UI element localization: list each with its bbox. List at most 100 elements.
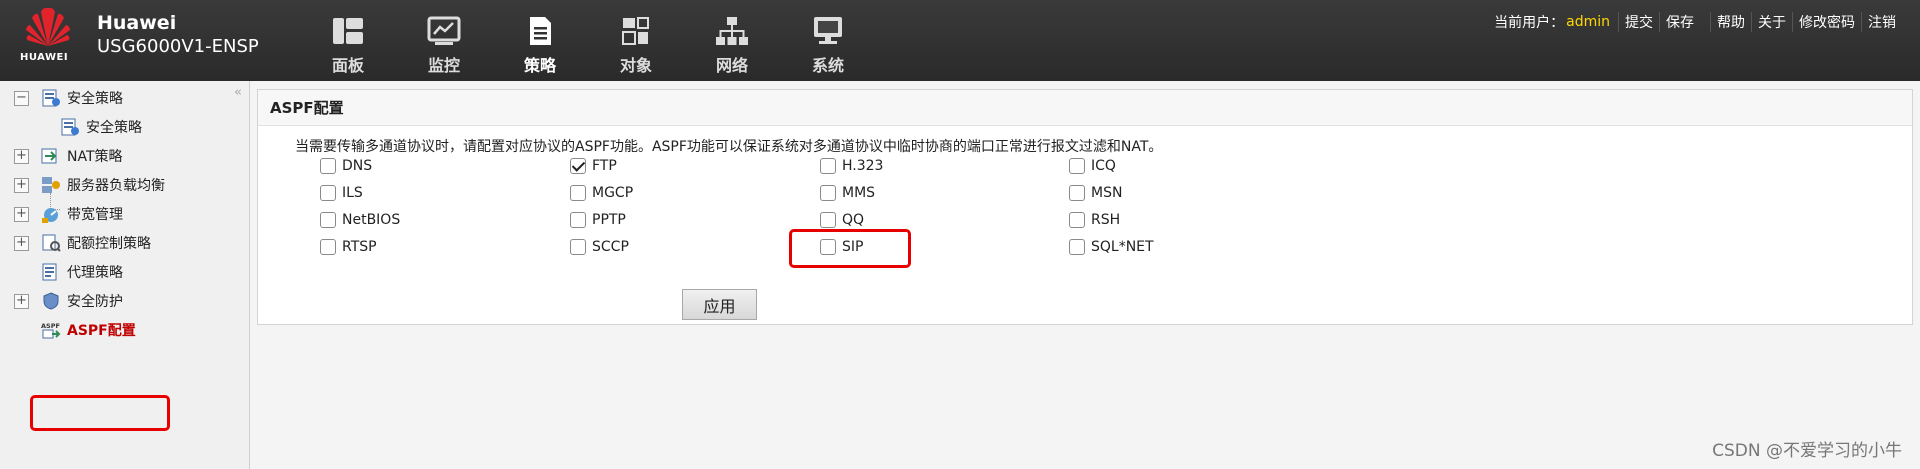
tree-item-server-load-balancing[interactable]: + 服务器负载均衡 (0, 172, 165, 198)
nav-label: 对象 (619, 56, 652, 75)
aspf-description: 当需要传输多通道协议时，请配置对应协议的ASPF功能。ASPF功能可以保证系统对… (295, 139, 1163, 155)
protocol-checkbox-mgcp[interactable]: MGCP (570, 183, 633, 203)
highlight-annotation (30, 395, 170, 431)
protocol-label: DNS (342, 158, 373, 174)
tree-item-label: 安全策略 (86, 120, 142, 136)
save-button[interactable]: 保存 (1659, 12, 1700, 32)
top-right-toolbar: 当前用户： admin 提交 保存 帮助 关于 修改密码 注销 (1494, 12, 1902, 32)
checkbox-unchecked[interactable] (320, 185, 336, 201)
nav-system[interactable]: 系统 (780, 0, 876, 81)
tree-item-security-protection[interactable]: + 安全防护 (0, 288, 123, 314)
policy-tree-sidebar: « − 安全策略 安全策略 + NAT策略 + 服务器负载均衡 + 带宽管理 +… (0, 81, 250, 469)
protocol-label: ICQ (1091, 158, 1116, 174)
expand-expander-icon[interactable]: + (14, 206, 29, 222)
protocol-checkbox-pptp[interactable]: PPTP (570, 210, 626, 230)
checkbox-unchecked[interactable] (570, 239, 586, 255)
tree-item-security-policy-child[interactable]: 安全策略 (52, 114, 142, 140)
protocol-checkbox-mms[interactable]: MMS (820, 183, 875, 203)
tree-item-aspf-config[interactable]: ASPF ASPF配置 (0, 317, 136, 343)
expand-expander-icon[interactable]: + (14, 148, 29, 164)
tree-item-proxy-policy[interactable]: 代理策略 (0, 259, 123, 285)
protocol-label: QQ (842, 212, 865, 228)
shield-icon (43, 292, 59, 310)
checkbox-unchecked[interactable] (320, 239, 336, 255)
protocol-checkbox-rtsp[interactable]: RTSP (320, 237, 377, 257)
collapse-sidebar-icon[interactable]: « (234, 85, 242, 100)
protocol-checkbox-msn[interactable]: MSN (1069, 183, 1122, 203)
submit-button[interactable]: 提交 (1618, 12, 1659, 32)
protocol-label: SQL*NET (1091, 239, 1154, 255)
checkbox-unchecked[interactable] (1069, 239, 1085, 255)
protocol-label: PPTP (592, 212, 626, 228)
tree-item-nat-policy[interactable]: + NAT策略 (0, 143, 123, 169)
checkbox-unchecked[interactable] (820, 185, 836, 201)
policy-document-icon (530, 17, 551, 45)
protocol-label: MMS (842, 185, 876, 201)
highlight-annotation (789, 229, 911, 268)
protocol-checkbox-icq[interactable]: ICQ (1069, 156, 1116, 176)
nav-monitor[interactable]: 监控 (396, 0, 492, 81)
checkbox-unchecked[interactable] (320, 158, 336, 174)
expand-expander-icon[interactable]: + (14, 293, 29, 309)
security-policy-icon (61, 118, 79, 136)
nav-policy[interactable]: 策略 (492, 0, 588, 81)
checkbox-unchecked[interactable] (320, 212, 336, 228)
protocol-checkbox-ftp[interactable]: FTP (570, 156, 617, 176)
checkbox-unchecked[interactable] (1069, 185, 1085, 201)
expand-expander-icon[interactable]: + (14, 235, 29, 251)
current-user[interactable]: admin (1566, 14, 1610, 30)
tree-item-quota-control[interactable]: + 配额控制策略 (0, 230, 151, 256)
protocol-label: NetBIOS (342, 212, 401, 228)
dashboard-icon (333, 18, 363, 44)
protocol-checkbox-qq[interactable]: QQ (820, 210, 864, 230)
aspf-icon-text: ASPF (41, 322, 60, 330)
protocol-checkbox-sql-net[interactable]: SQL*NET (1069, 237, 1154, 257)
object-icon (622, 17, 649, 45)
checkbox-unchecked[interactable] (820, 212, 836, 228)
nav-object[interactable]: 对象 (588, 0, 684, 81)
protocol-label: FTP (592, 158, 617, 174)
collapse-expander-icon[interactable]: − (14, 90, 29, 106)
protocol-checkbox-dns[interactable]: DNS (320, 156, 372, 176)
current-user-label: 当前用户： (1494, 15, 1565, 31)
protocol-label: MGCP (592, 185, 634, 201)
top-header: HUAWEI Huawei USG6000V1-ENSP 面板 监控 策略 对象… (0, 0, 1920, 81)
tree-item-label: 代理策略 (67, 265, 123, 281)
vendor-name: Huawei (97, 12, 177, 34)
protocol-label: RSH (1091, 212, 1121, 228)
help-button[interactable]: 帮助 (1710, 12, 1751, 32)
checkbox-unchecked[interactable] (570, 212, 586, 228)
checkbox-unchecked[interactable] (1069, 158, 1085, 174)
tree-item-label: 带宽管理 (67, 207, 123, 223)
expand-expander-icon[interactable]: + (14, 177, 29, 193)
nav-label: 网络 (715, 56, 748, 75)
system-computer-icon (814, 17, 842, 44)
main-content: ASPF配置 当需要传输多通道协议时，请配置对应协议的ASPF功能。ASPF功能… (251, 81, 1920, 469)
protocol-checkbox-rsh[interactable]: RSH (1069, 210, 1120, 230)
huawei-logo: HUAWEI (18, 6, 78, 72)
tree-item-label: 服务器负载均衡 (67, 178, 165, 194)
nav-label: 系统 (811, 56, 844, 75)
nav-dashboard[interactable]: 面板 (300, 0, 396, 81)
nav-network[interactable]: 网络 (684, 0, 780, 81)
aspf-icon: ASPF (41, 322, 61, 339)
logout-button[interactable]: 注销 (1861, 12, 1902, 32)
checkbox-unchecked[interactable] (820, 158, 836, 174)
tree-item-bandwidth-management[interactable]: + 带宽管理 (0, 201, 123, 227)
checkbox-checked[interactable] (570, 158, 586, 174)
protocol-checkbox-ils[interactable]: ILS (320, 183, 363, 203)
monitor-chart-icon (427, 16, 461, 45)
apply-button[interactable]: 应用 (682, 289, 757, 320)
protocol-checkbox-h-323[interactable]: H.323 (820, 156, 883, 176)
about-button[interactable]: 关于 (1751, 12, 1792, 32)
checkbox-unchecked[interactable] (1069, 212, 1085, 228)
nav-label: 面板 (331, 56, 364, 75)
checkbox-unchecked[interactable] (570, 185, 586, 201)
bandwidth-icon (42, 208, 58, 223)
protocol-label: MSN (1091, 185, 1123, 201)
change-password-button[interactable]: 修改密码 (1792, 12, 1861, 32)
protocol-checkbox-sccp[interactable]: SCCP (570, 237, 629, 257)
network-topology-icon (716, 17, 748, 45)
protocol-checkbox-netbios[interactable]: NetBIOS (320, 210, 400, 230)
tree-item-security-policy[interactable]: − 安全策略 (0, 85, 123, 111)
